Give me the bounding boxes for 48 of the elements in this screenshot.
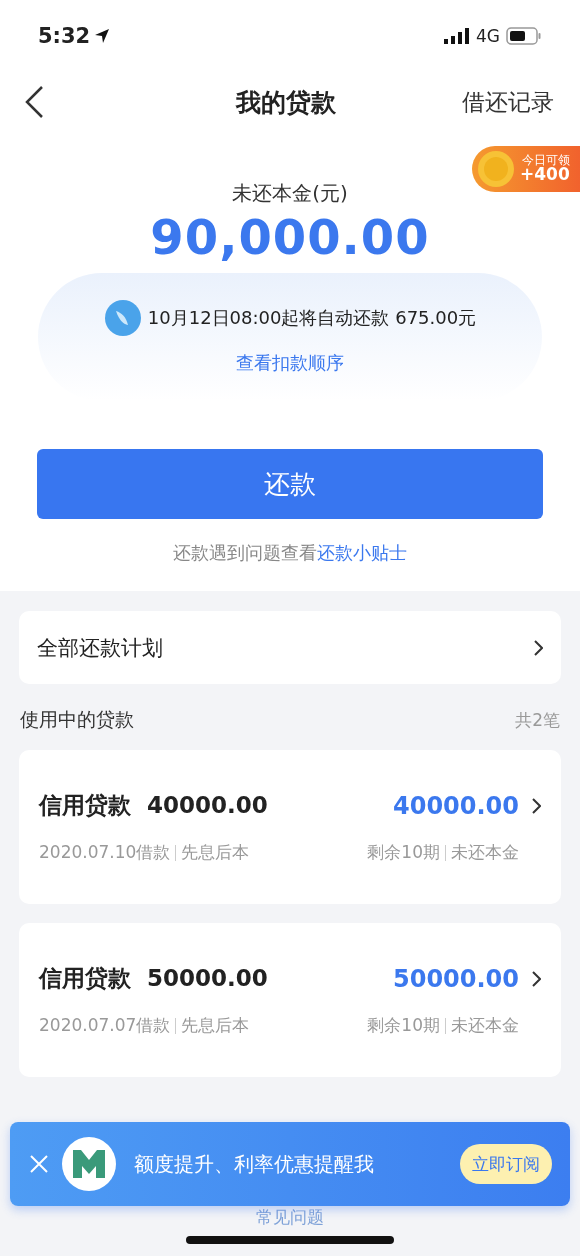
location-arrow-icon: [94, 28, 111, 44]
close-button[interactable]: [30, 1155, 48, 1173]
subscribe-button[interactable]: 立即订阅: [460, 1144, 552, 1184]
outstanding-label: 未还本金: [451, 1015, 519, 1035]
coin-icon: [476, 149, 516, 189]
repay-method: 先息后本: [181, 1015, 250, 1035]
chevron-icon: [533, 638, 543, 657]
repay-button[interactable]: 还款: [37, 449, 543, 519]
loan-card[interactable]: 信用贷款 40000.00 40000.00 2020.07.10借款 先息后本 剩余10期 未还本金: [19, 750, 561, 904]
chevron-icon: [531, 796, 541, 815]
loan-principal: 50000.00: [147, 965, 268, 991]
promo-text: 额度提升、利率优惠提醒我: [134, 1150, 375, 1178]
network-label: 4G: [476, 26, 500, 46]
close-icon: [30, 1155, 48, 1173]
loan-card[interactable]: 信用贷款 50000.00 50000.00 2020.07.07借款 先息后本 剩余10期 未还本金: [19, 923, 561, 1077]
loan-name: 信用贷款: [39, 965, 131, 991]
reward-label: 今日可领: [521, 153, 570, 167]
reward-badge[interactable]: 今日可领 +400: [472, 146, 580, 192]
loan-date: 2020.07.10借款: [39, 842, 171, 862]
faq-link[interactable]: 常见问题: [256, 1207, 324, 1227]
remaining-terms: 剩余10期: [367, 842, 440, 862]
chevron-icon: [531, 969, 541, 988]
principal-amount: 90,000.00: [150, 209, 430, 265]
letter-m-icon: [73, 1150, 105, 1178]
signal-icon: [444, 28, 470, 44]
remaining-terms: 剩余10期: [367, 1015, 440, 1035]
reward-amount: +400: [520, 166, 570, 185]
page-title: 我的贷款: [236, 86, 336, 119]
deduction-order-link[interactable]: 查看扣款顺序: [236, 351, 344, 375]
loan-name: 信用贷款: [39, 792, 131, 818]
loan-principal: 40000.00: [147, 792, 268, 818]
repay-tip: 还款遇到问题查看还款小贴士: [172, 541, 408, 565]
records-link[interactable]: 借还记录: [462, 86, 554, 118]
loan-date: 2020.07.07借款: [39, 1015, 171, 1035]
autopay-notice: 10月12日08:00起将自动还款 675.00元: [147, 306, 477, 330]
plan-label: 全部还款计划: [37, 634, 163, 662]
principal-label: 未还本金(元): [232, 180, 348, 207]
section-title: 使用中的贷款: [20, 707, 134, 732]
repay-method: 先息后本: [181, 842, 250, 862]
outstanding-amount: 40000.00: [393, 791, 519, 820]
outstanding-label: 未还本金: [451, 842, 519, 862]
battery-icon: [506, 27, 542, 45]
back-icon[interactable]: [24, 85, 44, 119]
clock-time: 5:32: [38, 24, 91, 48]
outstanding-amount: 50000.00: [393, 964, 519, 993]
repayment-plan-row[interactable]: 全部还款计划: [19, 611, 561, 684]
repay-tips-link[interactable]: 还款小贴士: [317, 542, 407, 563]
loan-count: 共2笔: [515, 708, 560, 732]
